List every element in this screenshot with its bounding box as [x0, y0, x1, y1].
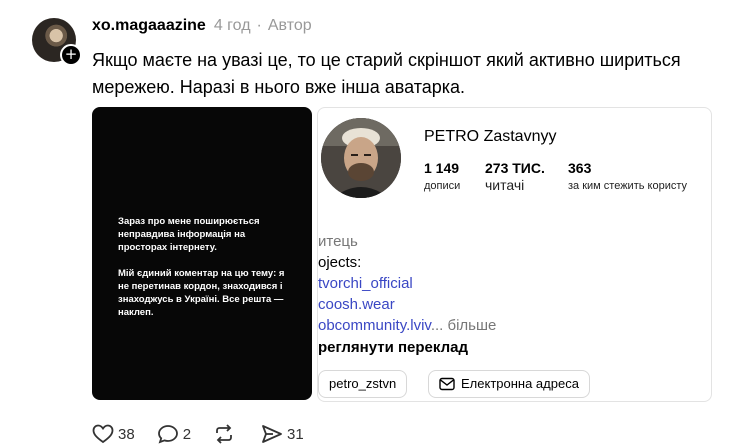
like-count: 38 — [118, 425, 135, 443]
comment-button[interactable]: 2 — [157, 424, 191, 444]
envelope-icon — [439, 377, 455, 391]
stat-following-number: 363 — [568, 160, 592, 176]
follow-plus-icon[interactable]: + — [60, 44, 82, 66]
media-image-profile[interactable]: PETRO Zastavnyy 1 149 дописи 273 ТИС. чи… — [317, 107, 712, 402]
person-photo-icon — [321, 118, 401, 198]
email-label: Електронна адреса — [461, 376, 579, 391]
profile-translate: реглянути переклад — [318, 339, 468, 356]
profile-avatar — [321, 118, 401, 212]
post-time[interactable]: 4 год — [214, 17, 251, 35]
profile-ellipsis: ... — [430, 317, 444, 334]
handle-pill: petro_zstvn — [318, 370, 408, 398]
author-avatar[interactable]: + — [32, 18, 82, 66]
stat-posts: 1 149 дописи — [424, 160, 460, 192]
comment-count: 2 — [182, 425, 192, 443]
profile-link-3: obcommunity.lviv — [318, 317, 431, 334]
stat-posts-label: дописи — [424, 180, 461, 192]
post-header: xo.magaaazine 4 год · Автор — [92, 17, 312, 39]
repost-button[interactable] — [213, 424, 239, 444]
profile-link-1: tvorchi_official — [318, 275, 413, 292]
stat-followers-number: 273 ТИС. — [485, 160, 545, 176]
stat-followers: 273 ТИС. читачі — [485, 160, 545, 193]
statement-text: Зараз про мене поширюється неправдива ін… — [118, 215, 288, 332]
profile-more: більше — [447, 317, 497, 334]
stat-following-label: за ким стежить користу — [568, 180, 688, 192]
profile-link-2: coosh.wear — [318, 296, 395, 313]
profile-projects-label: ojects: — [318, 254, 362, 271]
repost-icon — [216, 424, 232, 444]
post-text: Якщо маєте на увазі це, то це старий скр… — [92, 50, 681, 97]
header-separator: · — [256, 17, 262, 34]
send-icon — [262, 425, 282, 443]
username-link[interactable]: xo.magaaazine — [92, 17, 206, 35]
share-count: 31 — [287, 425, 304, 443]
stat-posts-number: 1 149 — [424, 160, 460, 176]
stat-followers-label: читачі — [485, 177, 525, 193]
statement-paragraph-1: Зараз про мене поширюється неправдива ін… — [118, 216, 260, 253]
media-image-statement[interactable]: Зараз про мене поширюється неправдива ін… — [92, 107, 312, 400]
profile-link-3-row: obcommunity.lviv... більше — [318, 317, 496, 334]
email-pill: Електронна адреса — [428, 370, 590, 398]
share-button[interactable]: 31 — [261, 424, 304, 444]
threads-handle-label: petro_zstvn — [329, 376, 397, 391]
profile-category: итець — [318, 233, 358, 250]
profile-avatar-photo — [321, 118, 401, 198]
profile-name: PETRO Zastavnyy — [424, 128, 557, 145]
statement-paragraph-2: Мій єдиний коментар на цю тему: я не пер… — [118, 268, 285, 318]
heart-icon — [92, 424, 114, 444]
comment-icon — [157, 425, 178, 444]
author-badge: Автор — [267, 17, 312, 34]
post-actions: 38 2 31 — [92, 424, 326, 444]
like-button[interactable]: 38 — [92, 424, 135, 444]
stat-following: 363 за ким стежить користу — [568, 160, 687, 192]
